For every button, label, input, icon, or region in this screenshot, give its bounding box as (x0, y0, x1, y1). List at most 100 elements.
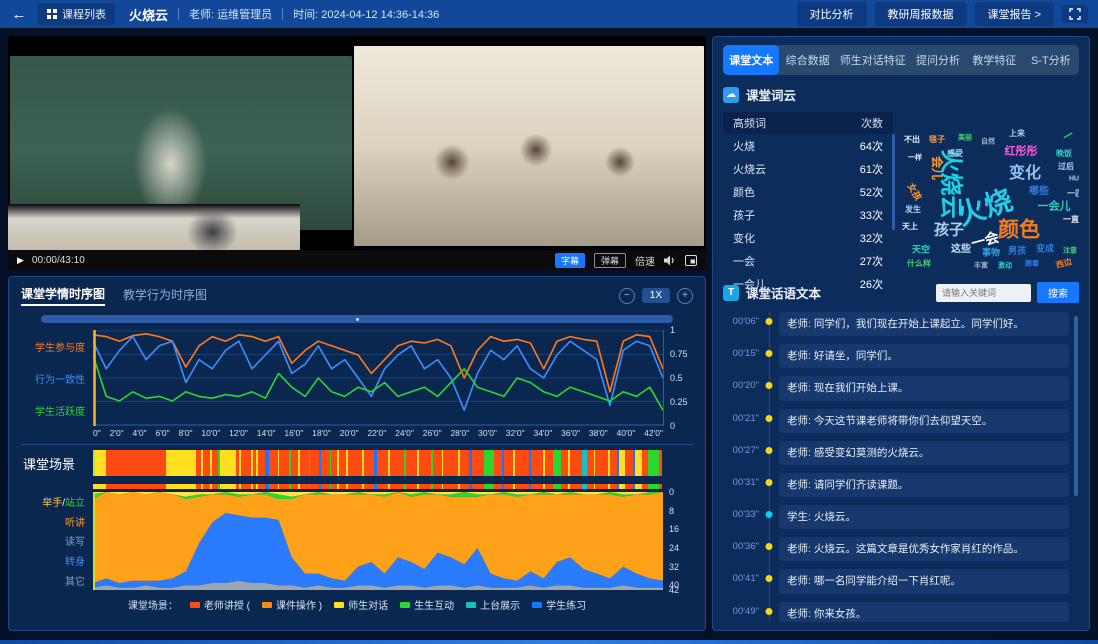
subtitle-button[interactable]: 字幕 (555, 253, 585, 268)
back-arrow-icon[interactable]: ← (10, 6, 28, 23)
cloud-word: 注意 (1063, 248, 1077, 255)
x-tick: 16'0" (284, 428, 303, 440)
behavior-label: 其它 (65, 573, 85, 588)
scene-segment (241, 484, 251, 489)
search-button[interactable]: 搜索 (1037, 282, 1079, 303)
zoom-level[interactable]: 1X (642, 288, 670, 303)
course-list-button[interactable]: 课程列表 (38, 3, 115, 25)
tab-S-T分析[interactable]: S-T分析 (1023, 45, 1079, 75)
tab-课堂文本[interactable]: 课堂文本 (723, 45, 779, 75)
scene-segment (504, 450, 513, 476)
transcript-item[interactable]: 00'36"老师: 火烧云。这篇文章是优秀女作家肖红的作品。 (723, 537, 1069, 561)
play-button[interactable]: ▶ (17, 255, 24, 266)
y-tick: 0 (669, 487, 674, 497)
class-report-button[interactable]: 课堂报告 > (975, 2, 1054, 26)
zoom-in-button[interactable]: + (677, 288, 693, 304)
cloud-word: 一 (1062, 130, 1076, 144)
scene-segment (269, 484, 277, 489)
tab-综合数据[interactable]: 综合数据 (779, 45, 835, 75)
transcript-text: 学生: 火烧云。 (779, 505, 1069, 529)
count-cell: 26次 (860, 276, 883, 292)
transcript-item[interactable]: 00'31"老师: 请同学们齐读课题。 (723, 473, 1069, 497)
fullscreen-video-button[interactable] (685, 255, 697, 266)
fullscreen-toggle-button[interactable] (1062, 5, 1088, 23)
danmaku-button[interactable]: 弹幕 (594, 253, 626, 268)
x-tick: 20'0" (340, 428, 359, 440)
transcript-item[interactable]: 00'06"老师: 同学们，我们现在开始上课起立。同学们好。 (723, 312, 1069, 336)
tab-提问分析[interactable]: 提问分析 (910, 45, 966, 75)
x-tick: 18'0" (312, 428, 331, 440)
behavior-chart-plot (93, 492, 663, 590)
transcript-text: 老师: 今天这节课老师将带你们去仰望天空。 (779, 409, 1069, 433)
left-column: ▶ 00:00/43:10 字幕 弹幕 倍速 (8, 36, 706, 631)
tab-teaching-behavior-timeline[interactable]: 教学行为时序图 (123, 286, 207, 305)
cloud-word: 什么样 (907, 260, 931, 268)
transcript-item[interactable]: 00'21"老师: 今天这节课老师将带你们去仰望天空。 (723, 409, 1069, 433)
playhead-line (93, 450, 95, 476)
timeline-rail (759, 312, 779, 336)
transcript-text: 老师: 哪一名同学能介绍一下肖红呢。 (779, 569, 1069, 593)
classroom-analytics-app: ← 课程列表 火烧云 老师: 运维管理员 时间: 2024-04-12 14:3… (0, 0, 1098, 644)
table-scrollbar[interactable] (892, 134, 895, 230)
x-tick: 42'0" (644, 428, 663, 440)
scene-segment (310, 450, 318, 476)
legend-item: 学生练习 (532, 597, 586, 612)
weekly-report-button[interactable]: 教研周报数据 (875, 2, 967, 26)
scene-segment (419, 450, 431, 476)
volume-icon (664, 255, 676, 266)
compare-analysis-button[interactable]: 对比分析 (797, 2, 867, 26)
scene-segment (561, 450, 568, 476)
table-row: 火烧云61次 (723, 157, 893, 180)
transcript-text: 老师: 好请坐，同学们。 (779, 344, 1069, 368)
transcript-item[interactable]: 00'33"学生: 火烧云。 (723, 505, 1069, 529)
scene-segment (545, 450, 553, 476)
scene-segment (635, 450, 642, 476)
transcript-list: 00'06"老师: 同学们，我们现在开始上课起立。同学们好。 00'15"老师: … (723, 312, 1079, 622)
x-tick: 14'0" (257, 428, 276, 440)
scene-segment (93, 484, 106, 489)
zoom-out-button[interactable]: − (619, 288, 635, 304)
transcript-item[interactable]: 00'20"老师: 现在我们开始上课。 (723, 376, 1069, 400)
scene-segment (553, 484, 561, 489)
axis-label-学生参与度: 学生参与度 (35, 339, 85, 354)
table-row: 火烧64次 (723, 134, 893, 157)
scene-segment (610, 450, 617, 476)
transcript-item[interactable]: 00'27"老师: 感受变幻莫测的火烧云。 (723, 441, 1069, 465)
tab-师生对话特征[interactable]: 师生对话特征 (836, 45, 910, 75)
cloud-word: 男孩 (1008, 247, 1026, 256)
cloud-word: 美丽 (958, 135, 972, 142)
scene-segment (570, 484, 583, 489)
transcript-item[interactable]: 00'41" 老师: 哪一名同学能介绍一下肖红呢。 (723, 569, 1069, 593)
timeline-rail (759, 602, 779, 622)
keyword-search-input[interactable] (936, 284, 1031, 302)
scene-segment (364, 484, 374, 489)
y-tick: 16 (669, 524, 679, 534)
legend-label: 老师讲授 ( (204, 597, 250, 612)
course-list-label: 课程列表 (62, 6, 106, 22)
x-tick: 8'0" (178, 428, 192, 440)
transcript-timestamp: 00'41" (723, 569, 759, 584)
timeline-scrollbar[interactable] (41, 315, 673, 323)
volume-button[interactable] (664, 255, 676, 266)
tab-learning-timeline[interactable]: 课堂学情时序图 (21, 285, 105, 306)
cloud-word: 一直 (1063, 216, 1079, 224)
grid-icon (47, 9, 57, 19)
count-cell: 52次 (860, 184, 883, 200)
word-cell: 一会儿 (733, 276, 766, 292)
legend-swatch (466, 602, 476, 608)
table-row: 颜色52次 (723, 180, 893, 203)
axis-label-行为一致性: 行为一致性 (35, 371, 85, 386)
tab-教学特征[interactable]: 教学特征 (966, 45, 1022, 75)
scene-segment (279, 484, 289, 489)
transcript-scrollbar[interactable] (1074, 316, 1078, 496)
speed-button[interactable]: 倍速 (635, 253, 655, 268)
y-tick: 24 (669, 543, 679, 553)
timeline-rail (759, 409, 779, 433)
transcript-item[interactable]: 00'49"老师: 你来女孩。 (723, 602, 1069, 622)
scene-timeline-bar (93, 450, 663, 476)
word-cloud: 火烧云火烧颜色变化孩子一会一会儿红彤彤哪些会儿女孩发生这些天空事物男孩变成什么样… (899, 112, 1079, 270)
scene-segment (321, 484, 329, 489)
transcript-item[interactable]: 00'15"老师: 好请坐，同学们。 (723, 344, 1069, 368)
timeline-rail (759, 376, 779, 400)
timeline-rail (759, 344, 779, 368)
